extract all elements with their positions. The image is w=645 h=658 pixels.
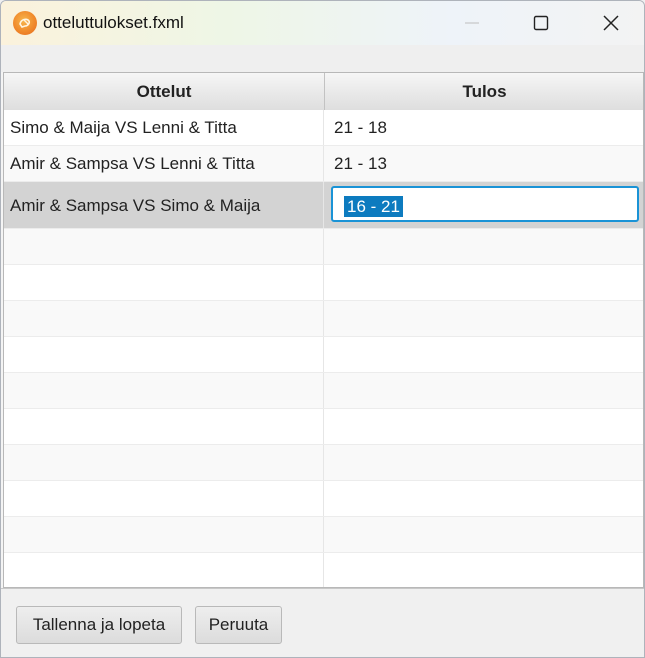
empty-row [4,229,643,265]
app-window: otteluttulokset.fxml Ottelut Tulos Simo … [0,0,645,658]
app-icon [13,11,37,35]
result-edit-field[interactable]: 16 - 21 [331,186,639,222]
table-row[interactable]: Amir & Sampsa VS Lenni & Titta 21 - 13 [4,146,643,182]
close-button[interactable] [587,1,633,45]
close-icon [603,15,619,31]
empty-row [4,301,643,337]
table-header: Ottelut Tulos [4,73,643,111]
minimize-icon [465,22,479,24]
table-row[interactable]: Simo & Maija VS Lenni & Titta 21 - 18 [4,110,643,146]
minimize-button[interactable] [449,1,495,45]
result-cell-editing[interactable]: 16 - 21 [325,182,643,228]
maximize-button[interactable] [518,1,564,45]
match-cell[interactable]: Amir & Sampsa VS Simo & Maija [4,182,324,228]
empty-row [4,517,643,553]
empty-row [4,265,643,301]
button-bar: Tallenna ja lopeta Peruuta [1,588,644,657]
results-table[interactable]: Ottelut Tulos Simo & Maija VS Lenni & Ti… [3,72,644,588]
cancel-button[interactable]: Peruuta [195,606,282,644]
save-and-exit-button[interactable]: Tallenna ja lopeta [16,606,182,644]
result-cell[interactable]: 21 - 13 [325,146,643,181]
column-header-ottelut[interactable]: Ottelut [4,73,325,110]
empty-row [4,337,643,373]
empty-row [4,373,643,409]
window-title: otteluttulokset.fxml [43,13,184,32]
selected-text: 16 - 21 [344,196,403,217]
empty-row [4,409,643,445]
empty-row [4,553,643,587]
top-strip [1,45,644,72]
empty-row [4,445,643,481]
maximize-icon [533,15,549,31]
table-row-selected[interactable]: Amir & Sampsa VS Simo & Maija 16 - 21 [4,182,643,229]
match-cell[interactable]: Simo & Maija VS Lenni & Titta [4,110,324,145]
match-cell[interactable]: Amir & Sampsa VS Lenni & Titta [4,146,324,181]
empty-row [4,481,643,517]
title-bar[interactable]: otteluttulokset.fxml [1,1,644,45]
result-cell[interactable]: 21 - 18 [325,110,643,145]
column-header-tulos[interactable]: Tulos [325,73,643,110]
